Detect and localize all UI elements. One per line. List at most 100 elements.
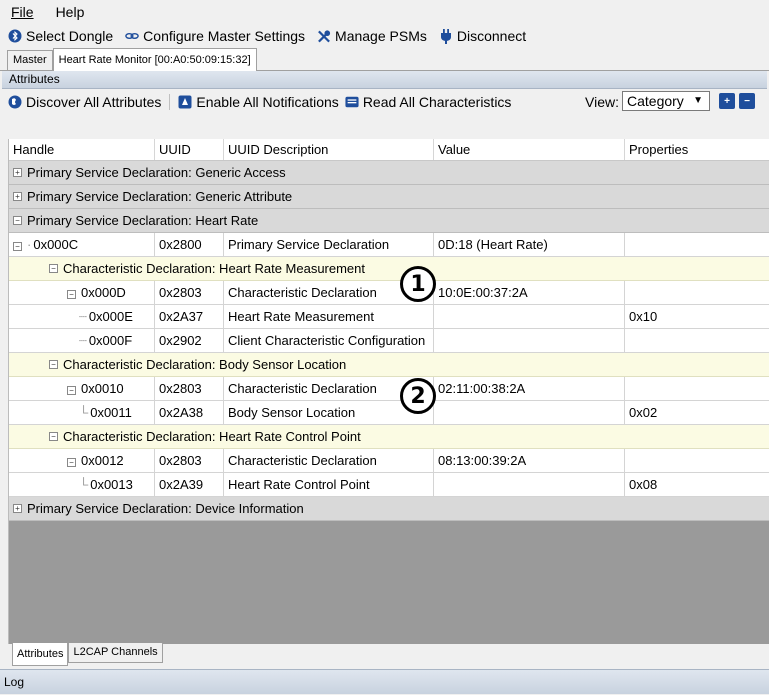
handle-cell: 0x0011 bbox=[90, 405, 132, 420]
expand-icon[interactable]: + bbox=[13, 192, 22, 201]
service-group-row[interactable]: − Primary Service Declaration: Heart Rat… bbox=[9, 209, 769, 233]
link-icon bbox=[125, 29, 139, 43]
properties-cell bbox=[625, 377, 769, 400]
configure-master-button[interactable]: Configure Master Settings bbox=[125, 28, 305, 44]
collapse-icon[interactable]: − bbox=[67, 290, 76, 299]
column-uuid-description[interactable]: UUID Description bbox=[224, 139, 434, 160]
description-cell: Characteristic Declaration bbox=[224, 449, 434, 472]
read-icon bbox=[345, 95, 359, 109]
characteristic-group-row[interactable]: − Characteristic Declaration: Heart Rate… bbox=[9, 425, 769, 449]
plug-icon bbox=[439, 28, 453, 44]
handle-cell: 0x0012 bbox=[81, 453, 124, 468]
table-row[interactable]: −0x0010 0x2803 Characteristic Declaratio… bbox=[9, 377, 769, 401]
tab-heart-rate-monitor[interactable]: Heart Rate Monitor [00:A0:50:09:15:32] bbox=[52, 48, 257, 71]
column-handle[interactable]: Handle bbox=[9, 139, 155, 160]
grid-header: Handle UUID UUID Description Value Prope… bbox=[9, 139, 769, 161]
read-all-characteristics-button[interactable]: Read All Characteristics bbox=[345, 94, 512, 110]
group-label: Primary Service Declaration: Device Info… bbox=[27, 501, 304, 516]
table-row[interactable]: −0x000D 0x2803 Characteristic Declaratio… bbox=[9, 281, 769, 305]
select-dongle-button[interactable]: Select Dongle bbox=[8, 28, 113, 44]
description-cell: Primary Service Declaration bbox=[224, 233, 434, 256]
enable-all-notifications-button[interactable]: Enable All Notifications bbox=[178, 94, 339, 110]
uuid-cell: 0x2803 bbox=[155, 281, 224, 304]
bottom-tab-strip: Attributes L2CAP Channels bbox=[12, 643, 163, 666]
log-panel-title: Log bbox=[0, 669, 769, 694]
group-label: Characteristic Declaration: Body Sensor … bbox=[63, 357, 347, 372]
collapse-icon[interactable]: − bbox=[49, 360, 58, 369]
attributes-toolbar: Discover All Attributes Enable All Notif… bbox=[2, 89, 767, 115]
table-row[interactable]: −0x0012 0x2803 Characteristic Declaratio… bbox=[9, 449, 769, 473]
table-row[interactable]: − · 0x000C 0x2800 Primary Service Declarat… bbox=[9, 233, 769, 257]
value-cell: 10:0E:00:37:2A bbox=[434, 281, 625, 304]
notification-icon bbox=[178, 95, 192, 109]
service-group-row[interactable]: + Primary Service Declaration: Generic A… bbox=[9, 161, 769, 185]
menu-bar: File Help bbox=[0, 0, 769, 24]
description-cell: Client Characteristic Configuration bbox=[224, 329, 434, 352]
handle-cell: 0x0013 bbox=[90, 477, 133, 492]
column-properties[interactable]: Properties bbox=[625, 139, 769, 160]
select-dongle-label: Select Dongle bbox=[26, 28, 114, 44]
attributes-grid: Handle UUID UUID Description Value Prope… bbox=[8, 139, 769, 644]
value-cell: 08:13:00:39:2A bbox=[434, 449, 625, 472]
tab-l2cap-channels[interactable]: L2CAP Channels bbox=[68, 643, 163, 663]
manage-psms-button[interactable]: Manage PSMs bbox=[317, 28, 427, 44]
collapse-icon[interactable]: − bbox=[49, 432, 58, 441]
enable-all-notifications-label: Enable All Notifications bbox=[196, 94, 339, 110]
collapse-icon[interactable]: − bbox=[13, 242, 22, 251]
disconnect-button[interactable]: Disconnect bbox=[439, 28, 526, 44]
service-group-row[interactable]: + Primary Service Declaration: Generic A… bbox=[9, 185, 769, 209]
uuid-cell: 0x2800 bbox=[155, 233, 224, 256]
uuid-cell: 0x2803 bbox=[155, 449, 224, 472]
toolbar-separator bbox=[169, 94, 171, 110]
uuid-cell: 0x2A39 bbox=[155, 473, 224, 496]
uuid-cell: 0x2A37 bbox=[155, 305, 224, 328]
read-all-characteristics-label: Read All Characteristics bbox=[362, 94, 512, 110]
column-uuid[interactable]: UUID bbox=[155, 139, 224, 160]
service-group-row[interactable]: + Primary Service Declaration: Device In… bbox=[9, 497, 769, 521]
view-select-value: Category bbox=[627, 93, 684, 109]
uuid-cell: 0x2902 bbox=[155, 329, 224, 352]
view-select[interactable]: Category ▼ bbox=[622, 91, 710, 111]
table-row[interactable]: ┈ 0x000E 0x2A37 Heart Rate Measurement 0x… bbox=[9, 305, 769, 329]
characteristic-group-row[interactable]: − Characteristic Declaration: Heart Rate… bbox=[9, 257, 769, 281]
tools-icon bbox=[317, 29, 331, 43]
menu-file[interactable]: File bbox=[8, 2, 37, 22]
uuid-cell: 0x2A38 bbox=[155, 401, 224, 424]
main-toolbar: Select Dongle Configure Master Settings … bbox=[0, 24, 769, 48]
disconnect-label: Disconnect bbox=[456, 28, 527, 44]
manage-psms-label: Manage PSMs bbox=[335, 28, 427, 44]
handle-cell: 0x000D bbox=[81, 285, 126, 300]
callout-1: 1 bbox=[400, 266, 436, 302]
properties-cell: 0x02 bbox=[625, 401, 769, 424]
group-label: Characteristic Declaration: Heart Rate M… bbox=[63, 261, 366, 276]
table-row[interactable]: └ 0x0011 0x2A38 Body Sensor Location 0x02 bbox=[9, 401, 769, 425]
description-cell: Heart Rate Control Point bbox=[224, 473, 434, 496]
menu-help[interactable]: Help bbox=[53, 2, 88, 22]
collapse-icon[interactable]: − bbox=[67, 386, 76, 395]
discover-all-attributes-button[interactable]: Discover All Attributes bbox=[8, 94, 161, 110]
table-row[interactable]: └ 0x0013 0x2A39 Heart Rate Control Point … bbox=[9, 473, 769, 497]
group-label: Characteristic Declaration: Heart Rate C… bbox=[63, 429, 361, 444]
value-cell bbox=[434, 473, 625, 496]
collapse-icon[interactable]: − bbox=[49, 264, 58, 273]
properties-cell bbox=[625, 329, 769, 352]
table-row[interactable]: ┈ 0x000F 0x2902 Client Characteristic Con… bbox=[9, 329, 769, 353]
uuid-cell: 0x2803 bbox=[155, 377, 224, 400]
expand-icon[interactable]: + bbox=[13, 504, 22, 513]
collapse-icon[interactable]: − bbox=[67, 458, 76, 467]
value-cell bbox=[434, 305, 625, 328]
tab-master[interactable]: Master bbox=[7, 50, 53, 70]
collapse-all-icon[interactable]: − bbox=[739, 93, 755, 109]
collapse-icon[interactable]: − bbox=[13, 216, 22, 225]
column-value[interactable]: Value bbox=[434, 139, 625, 160]
characteristic-group-row[interactable]: − Characteristic Declaration: Body Senso… bbox=[9, 353, 769, 377]
expand-icon[interactable]: + bbox=[13, 168, 22, 177]
chevron-down-icon: ▼ bbox=[693, 95, 703, 106]
globe-icon bbox=[8, 95, 22, 109]
attributes-panel-title: Attributes bbox=[2, 71, 767, 89]
properties-cell: 0x08 bbox=[625, 473, 769, 496]
properties-cell bbox=[625, 449, 769, 472]
tab-attributes[interactable]: Attributes bbox=[12, 643, 69, 666]
expand-all-icon[interactable]: + bbox=[719, 93, 735, 109]
value-cell bbox=[434, 329, 625, 352]
